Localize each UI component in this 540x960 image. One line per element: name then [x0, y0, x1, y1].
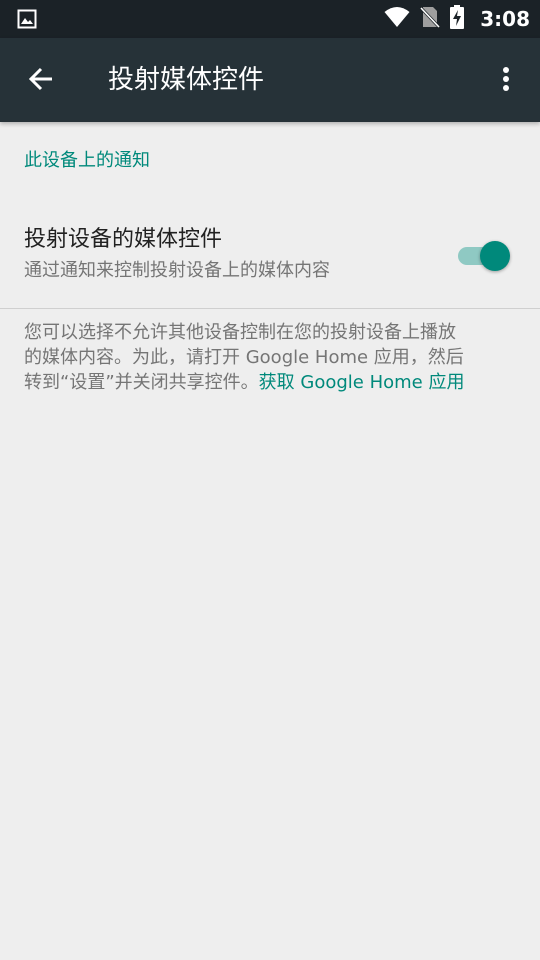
- image-notification-icon: [17, 9, 37, 29]
- divider: [0, 308, 540, 309]
- section-header: 此设备上的通知: [24, 150, 150, 171]
- status-icons: 3:08: [384, 5, 530, 33]
- footer-line-2: 的媒体内容。为此，请打开 Google Home 应用，然后: [24, 347, 464, 368]
- wifi-icon: [384, 6, 410, 32]
- footer-line-1: 您可以选择不允许其他设备控制在您的投射设备上播放: [24, 322, 456, 343]
- app-bar: 投射媒体控件: [0, 38, 540, 122]
- footer-line-3-text: 转到“设置”并关闭共享控件。: [24, 372, 259, 393]
- page-title: 投射媒体控件: [108, 65, 265, 95]
- footer-description: 您可以选择不允许其他设备控制在您的投射设备上播放 的媒体内容。为此，请打开 Go…: [24, 320, 530, 395]
- setting-summary: 通过通知来控制投射设备上的媒体内容: [24, 260, 330, 281]
- more-options-button[interactable]: [486, 58, 526, 104]
- more-vert-icon: [502, 66, 510, 96]
- back-arrow-icon: [28, 66, 54, 96]
- status-bar: 3:08: [0, 0, 540, 38]
- setting-title: 投射设备的媒体控件: [24, 227, 223, 252]
- back-button[interactable]: [18, 58, 64, 104]
- no-sim-icon: [420, 6, 441, 32]
- media-controls-toggle[interactable]: [456, 238, 512, 274]
- media-controls-setting-row[interactable]: 投射设备的媒体控件 通过通知来控制投射设备上的媒体内容: [0, 210, 540, 308]
- footer-line-3: 转到“设置”并关闭共享控件。获取 Google Home 应用: [24, 370, 530, 395]
- get-google-home-link[interactable]: 获取 Google Home 应用: [259, 372, 465, 393]
- toggle-thumb: [480, 241, 510, 271]
- status-time: 3:08: [480, 7, 530, 31]
- battery-charging-icon: [450, 5, 465, 33]
